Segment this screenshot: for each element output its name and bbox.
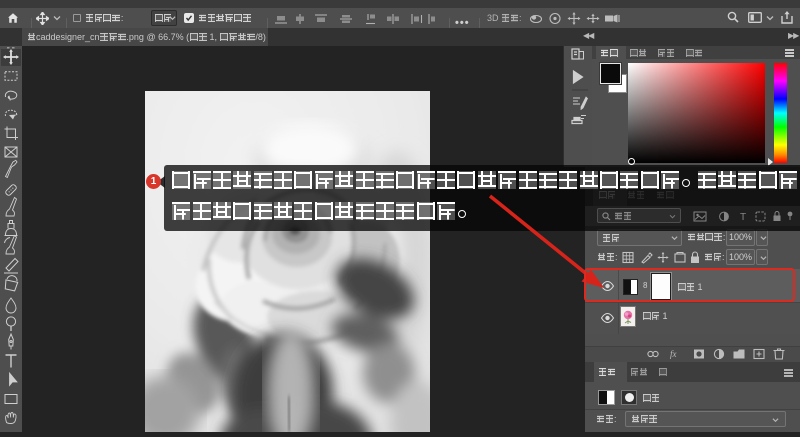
svg-text:fx: fx (670, 349, 677, 359)
